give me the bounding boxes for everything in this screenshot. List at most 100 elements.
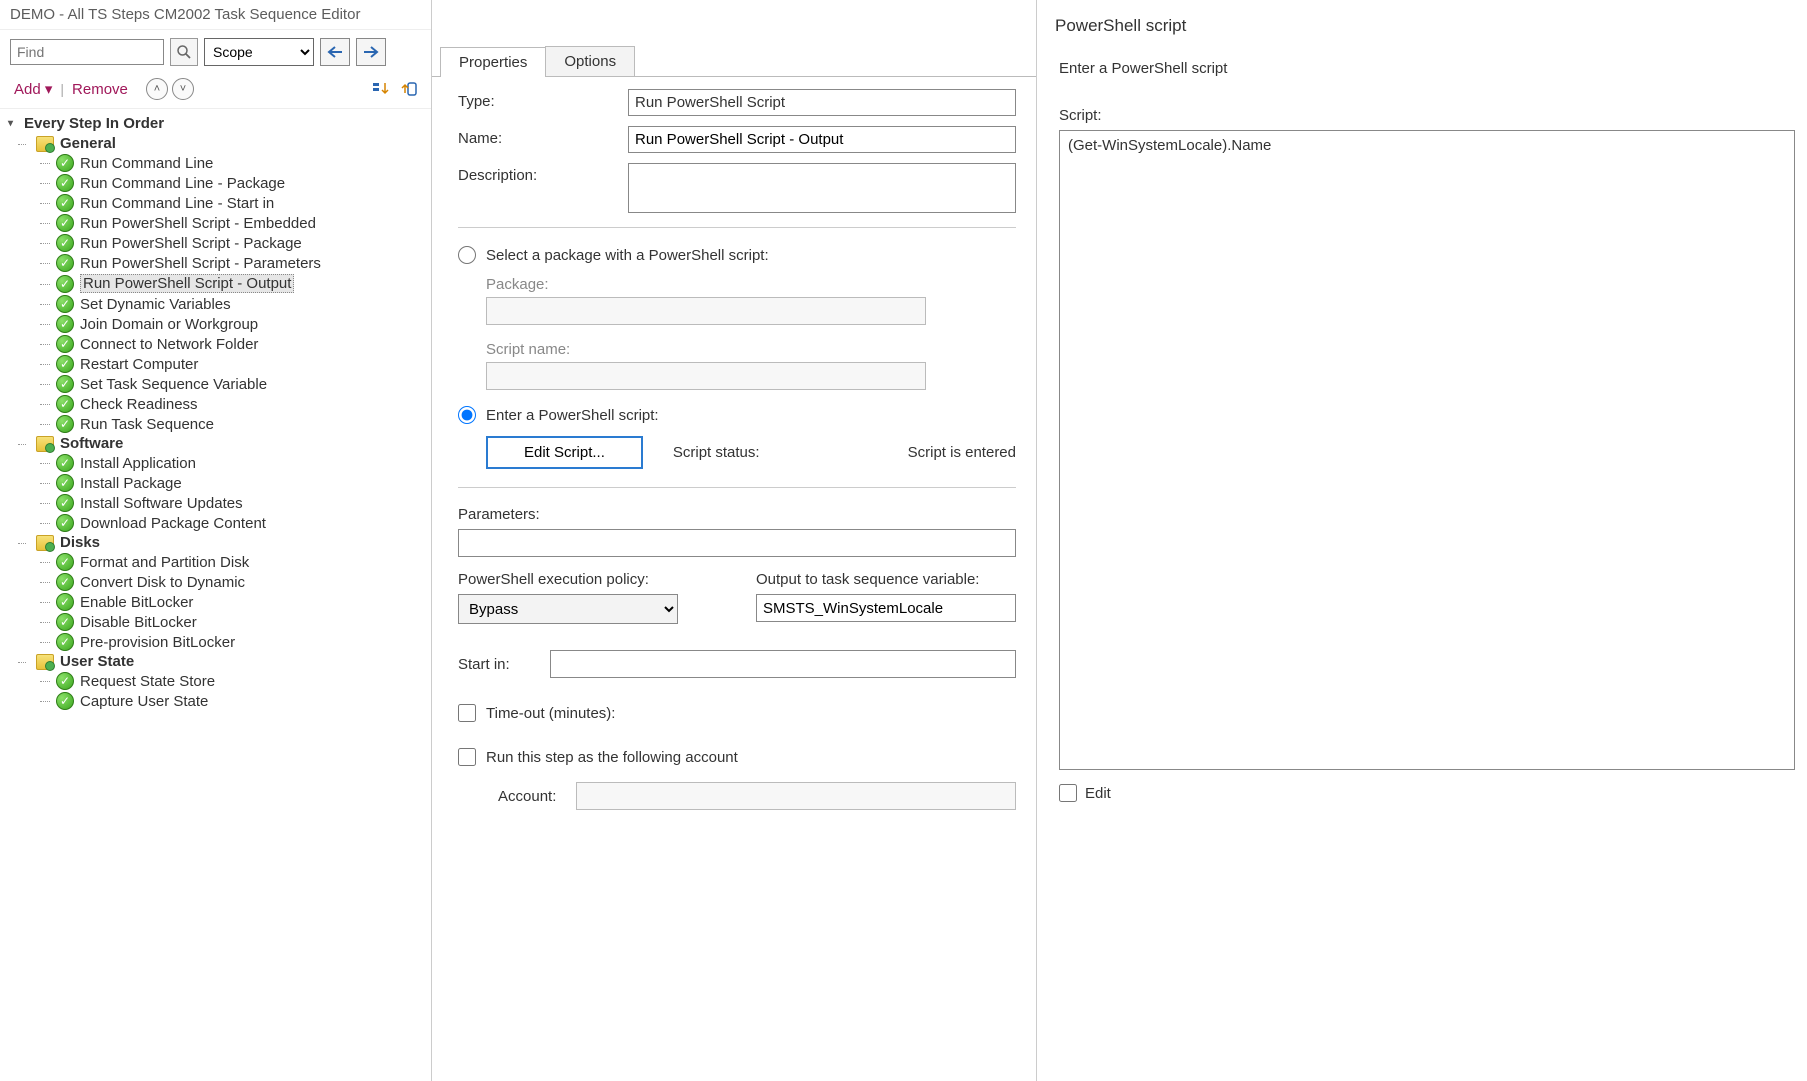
startin-label: Start in: [458,656,510,673]
radio-select-package-label: Select a package with a PowerShell scrip… [486,247,769,264]
radio-enter-script-label: Enter a PowerShell script: [486,407,659,424]
tree-item[interactable]: ✓ Request State Store [6,671,431,691]
tab-properties[interactable]: Properties [440,47,546,77]
tree-root-heading[interactable]: Every Step In Order [6,113,431,134]
edit-script-button[interactable]: Edit Script... [486,436,643,469]
right-panel-subtitle: Enter a PowerShell script [1049,56,1795,107]
tree-item[interactable]: ✓ Run PowerShell Script - Package [6,233,431,253]
scope-select[interactable]: Scope [204,38,314,66]
tree-item[interactable]: ✓Capture User State [6,691,431,711]
name-label: Name: [458,126,628,147]
tree-item-label: Install Application [80,455,196,472]
check-icon: ✓ [56,415,74,433]
tree-item-label: Run PowerShell Script - Embedded [80,215,316,232]
tree-item[interactable]: ✓ Run Command Line [6,153,431,173]
tool-icon-1[interactable] [369,78,393,100]
tree-item[interactable]: ✓Convert Disk to Dynamic [6,572,431,592]
move-down-icon[interactable]: ˅ [172,78,194,100]
remove-button[interactable]: Remove [68,79,132,100]
timeout-checkbox[interactable] [458,704,476,722]
next-button[interactable] [356,38,386,66]
tree-item[interactable]: ✓Check Readiness [6,394,431,414]
account-input [576,782,1016,810]
name-input[interactable] [628,126,1016,153]
tree-item[interactable]: ✓Install Application [6,453,431,473]
output-var-input[interactable] [756,594,1016,622]
package-input [486,297,926,325]
tree-item-label: Request State Store [80,673,215,690]
account-label: Account: [498,788,556,805]
tree-item[interactable]: ✓Run Command Line - Package [6,173,431,193]
check-icon: ✓ [56,154,74,172]
tree-item-label: Run Command Line [80,155,213,172]
tree-item-label: Convert Disk to Dynamic [80,574,245,591]
tree-item[interactable]: ✓ Enable BitLocker [6,592,431,612]
tree-group[interactable]: General [6,134,431,153]
tree-item[interactable]: ✓Disable BitLocker [6,612,431,632]
tree-item[interactable]: ✓Pre-provision BitLocker [6,632,431,652]
check-icon: ✓ [56,593,74,611]
move-up-icon[interactable]: ˄ [146,78,168,100]
tree-item[interactable]: ✓ Restart Computer [6,354,431,374]
tree-item-label: Run PowerShell Script - Package [80,235,302,252]
radio-enter-script[interactable] [458,406,476,424]
script-label: Script: [1049,107,1795,130]
tool-icon-2[interactable] [397,78,421,100]
tree-group[interactable]: Disks [6,533,431,552]
check-icon: ✓ [56,672,74,690]
check-icon: ✓ [56,355,74,373]
tree-group[interactable]: User State [6,652,431,671]
type-value: Run PowerShell Script [628,89,1016,116]
radio-select-package[interactable] [458,246,476,264]
runas-label: Run this step as the following account [486,749,738,766]
tree-item[interactable]: ✓Install Software Updates [6,493,431,513]
tree-item-label: Disable BitLocker [80,614,197,631]
tree-item[interactable]: ✓Set Dynamic Variables [6,294,431,314]
tree-item[interactable]: ✓Run PowerShell Script - Output [6,273,431,294]
type-label: Type: [458,89,628,110]
tree-group-label: User State [60,653,134,670]
tree-item-label: Run PowerShell Script - Parameters [80,255,321,272]
tree-group[interactable]: Software [6,434,431,453]
add-button[interactable]: Add ▾ [10,78,56,100]
description-input[interactable] [628,163,1016,213]
check-icon: ✓ [56,474,74,492]
tree-item-label: Set Dynamic Variables [80,296,231,313]
window-title: DEMO - All TS Steps CM2002 Task Sequence… [0,0,431,30]
tree-item-label: Capture User State [80,693,208,710]
exec-policy-label: PowerShell execution policy: [458,571,716,588]
check-icon: ✓ [56,174,74,192]
tree-item[interactable]: ✓Install Package [6,473,431,493]
tree-item-label: Install Software Updates [80,495,243,512]
parameters-input[interactable] [458,529,1016,557]
tree-item[interactable]: ✓Download Package Content [6,513,431,533]
tree-item[interactable]: ✓Run Task Sequence [6,414,431,434]
tree-item[interactable]: ✓ Set Task Sequence Variable [6,374,431,394]
tree-item[interactable]: ✓Run PowerShell Script - Parameters [6,253,431,273]
tree-item[interactable]: ✓Run PowerShell Script - Embedded [6,213,431,233]
tree-item-label: Set Task Sequence Variable [80,376,267,393]
tree-item[interactable]: ✓Connect to Network Folder [6,334,431,354]
search-icon[interactable] [170,38,198,66]
startin-input[interactable] [550,650,1016,678]
tree-item[interactable]: ✓Run Command Line - Start in [6,193,431,213]
script-textarea[interactable]: (Get-WinSystemLocale).Name [1059,130,1795,770]
prev-button[interactable] [320,38,350,66]
check-icon: ✓ [56,234,74,252]
folder-icon [36,136,54,152]
tab-options[interactable]: Options [545,46,635,76]
edit-checkbox[interactable] [1059,784,1077,802]
exec-policy-select[interactable]: Bypass [458,594,678,624]
find-input[interactable] [10,39,164,65]
check-icon: ✓ [56,553,74,571]
tree-item[interactable]: ✓Format and Partition Disk [6,552,431,572]
check-icon: ✓ [56,375,74,393]
runas-checkbox[interactable] [458,748,476,766]
check-icon: ✓ [56,335,74,353]
tree-item-label: Run Command Line - Start in [80,195,274,212]
folder-icon [36,436,54,452]
tree-item[interactable]: ✓Join Domain or Workgroup [6,314,431,334]
tree-item-label: Pre-provision BitLocker [80,634,235,651]
tree-item-label: Restart Computer [80,356,198,373]
tree-item-label: Enable BitLocker [80,594,193,611]
